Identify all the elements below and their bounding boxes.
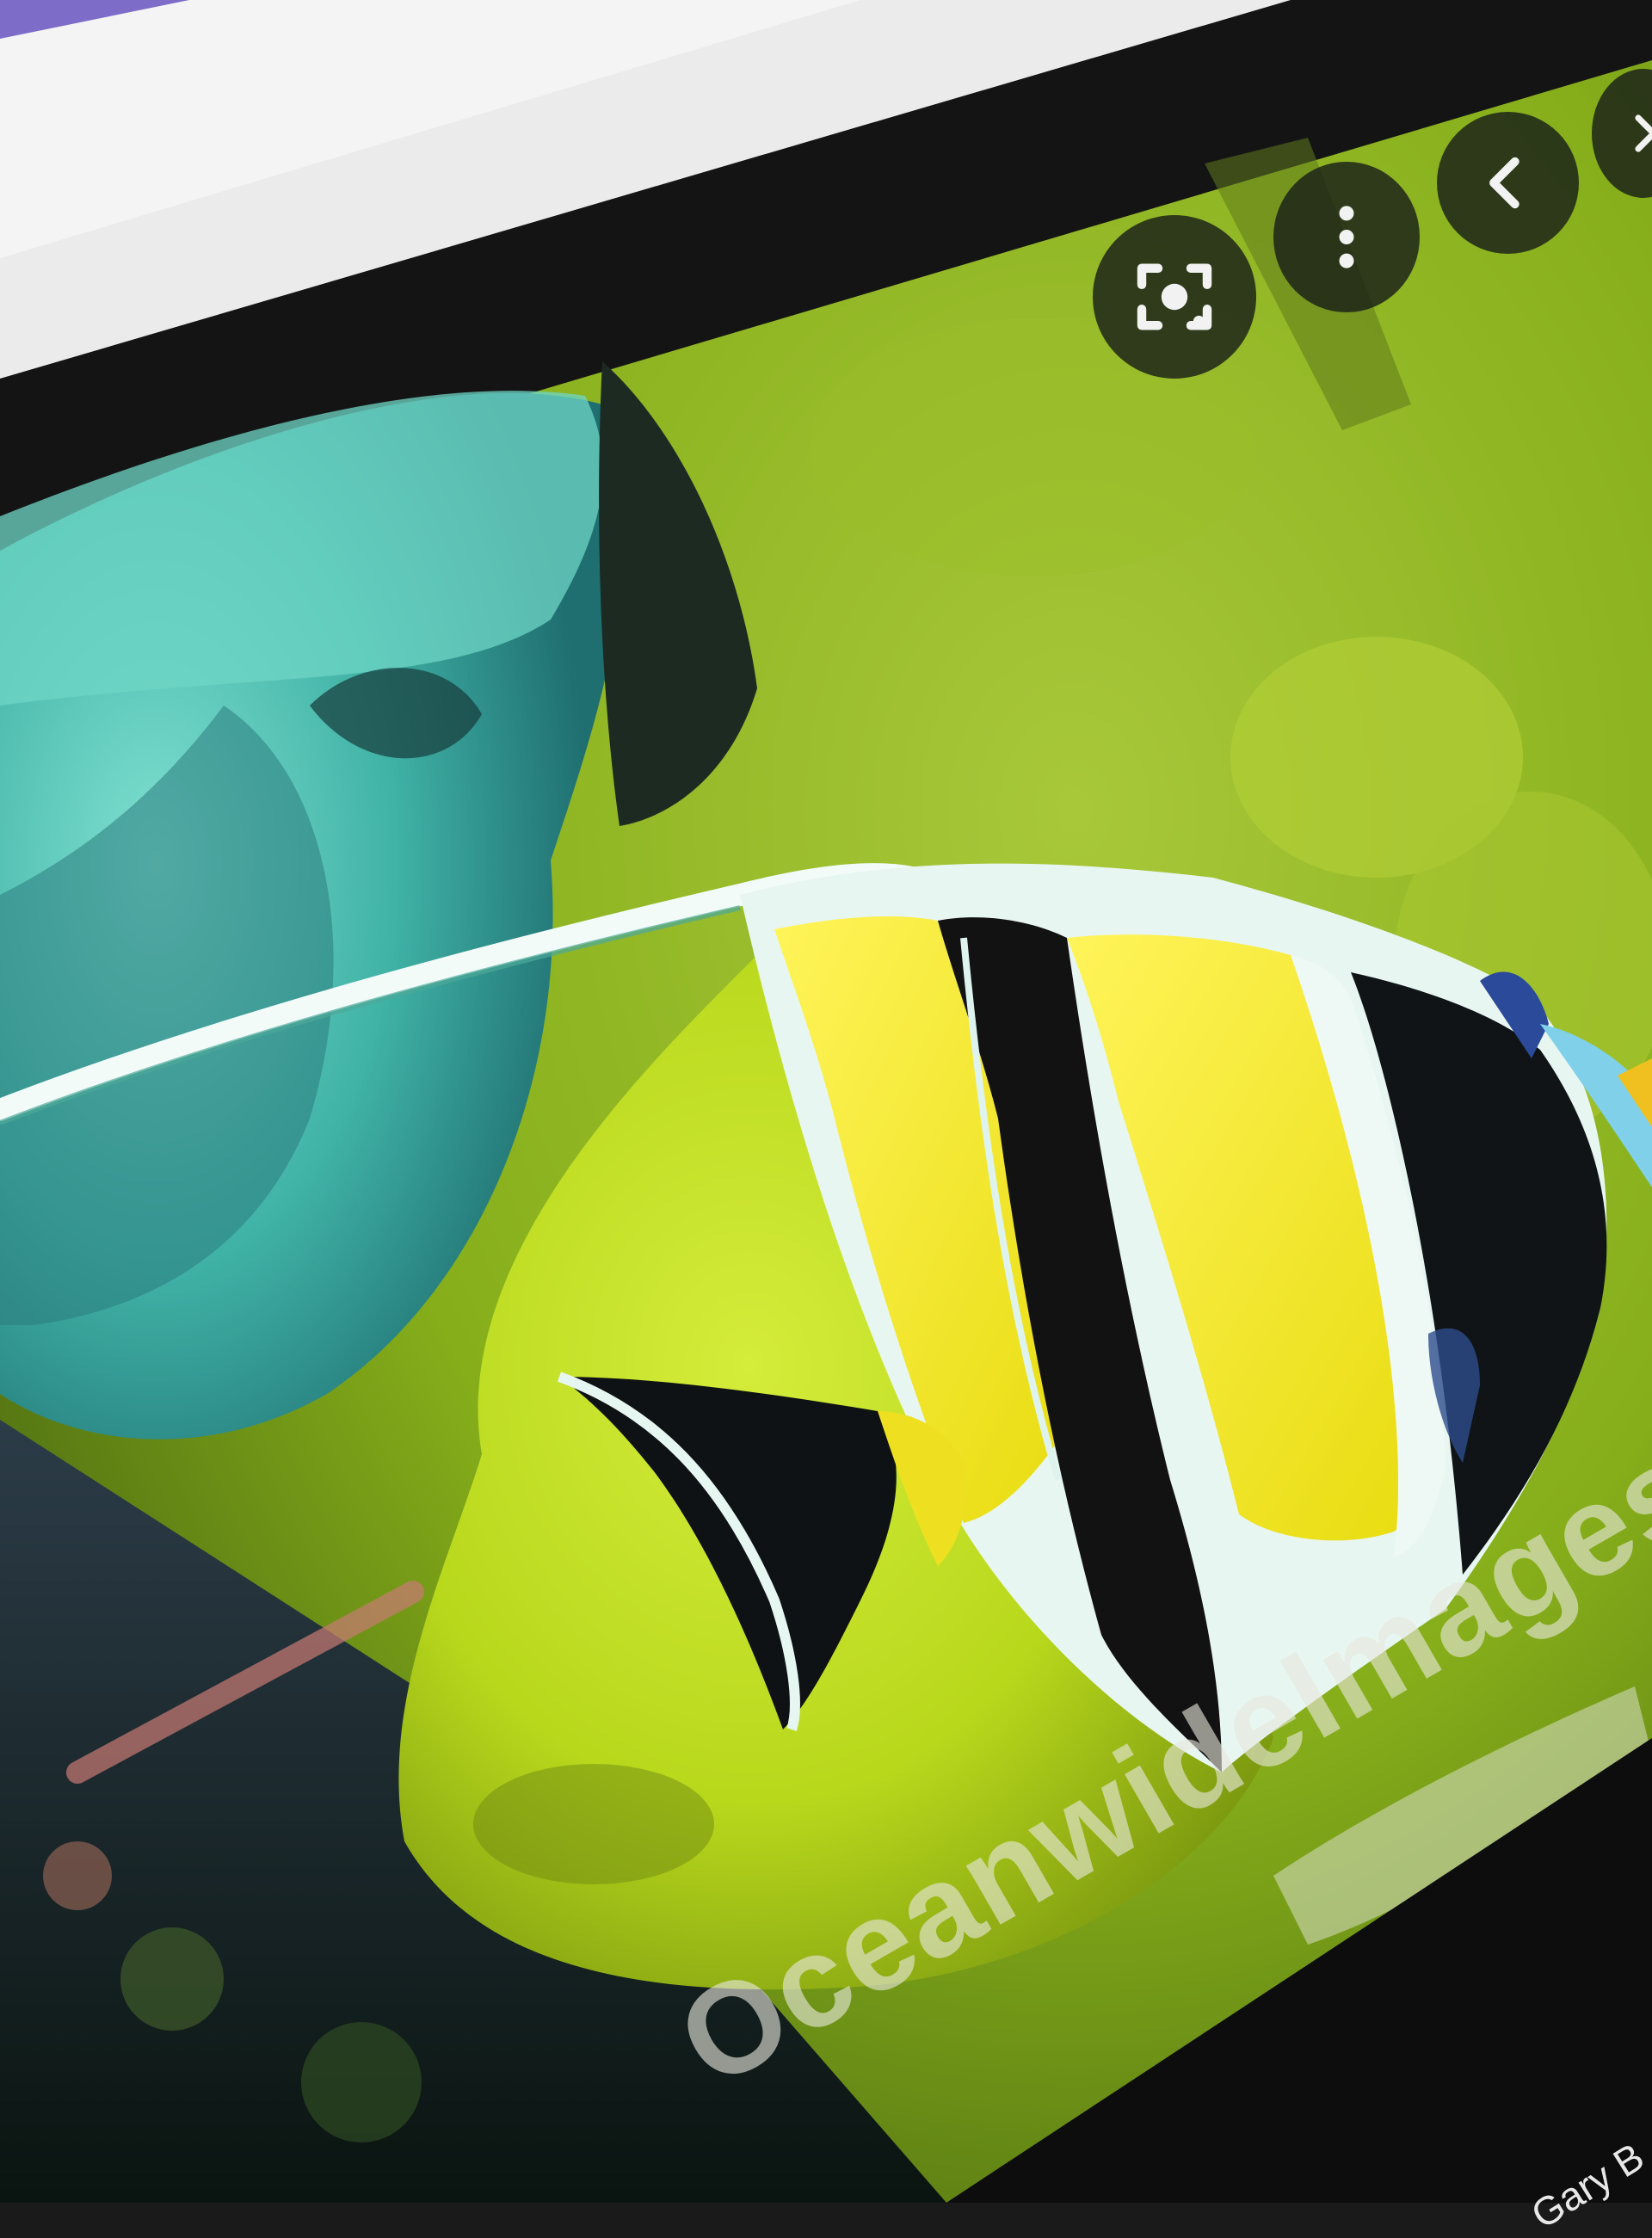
chevron-left-icon (1489, 157, 1519, 209)
more-vertical-icon (1339, 206, 1354, 268)
chevron-right-icon (1635, 114, 1652, 152)
more-options-button[interactable] (1273, 162, 1420, 312)
photo-scene (0, 0, 1652, 2203)
previous-image-button[interactable] (1437, 112, 1579, 254)
lens-icon (1137, 263, 1212, 330)
lens-search-button[interactable] (1093, 215, 1256, 379)
